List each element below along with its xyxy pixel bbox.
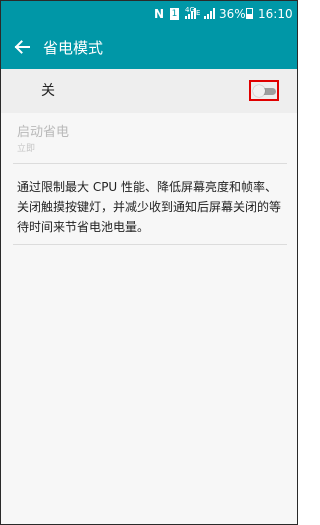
highlight-box [249,80,279,101]
power-saving-toggle-row[interactable]: 关 [1,69,297,113]
battery-percent: 36% [219,7,246,21]
network-e-label: E [196,9,201,17]
divider [13,163,287,164]
toggle-state-label: 关 [41,83,55,99]
nfc-icon: N [154,7,165,21]
app-bar: 省电模式 [1,27,297,69]
clock: 16:10 [258,7,293,21]
back-arrow-icon[interactable] [13,38,31,56]
signal-strength-icon [185,8,196,19]
setting-subtitle: 立即 [17,144,36,154]
page-title: 省电模式 [43,39,104,57]
screen: N 1 4G E 36% 16:10 省电模式 关 启动省电 立即 通过限制最大… [0,0,298,525]
description-text: 通过限制最大 CPU 性能、降低屏幕亮度和帧率、关闭触摸按键灯，并减少收到通知后… [17,180,282,234]
setting-title: 启动省电 [17,125,70,140]
battery-icon [246,8,253,19]
start-power-saving-setting[interactable]: 启动省电 立即 [1,113,297,163]
status-bar: N 1 4G E 36% 16:10 [1,1,297,27]
signal-strength-icon-2 [204,8,215,19]
divider-2 [13,244,287,245]
sim-icon: 1 [170,8,179,20]
